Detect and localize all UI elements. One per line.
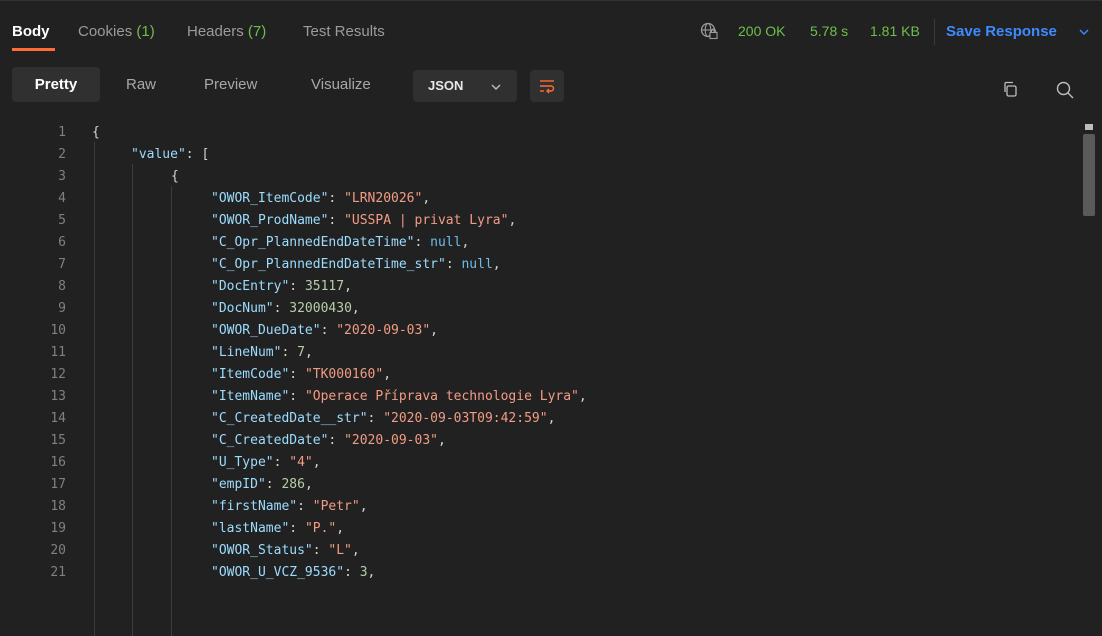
code-line: 17 "empID": 286, <box>0 474 1080 496</box>
view-mode-preview[interactable]: Preview <box>204 67 257 102</box>
code-line: 5 "OWOR_ProdName": "USSPA | privat Lyra", <box>0 210 1080 232</box>
line-number: 8 <box>58 279 66 294</box>
code-line: 15 "C_CreatedDate": "2020-09-03", <box>0 430 1080 452</box>
response-time[interactable]: 5.78 s <box>810 23 848 39</box>
code-text: { <box>171 169 179 184</box>
code-text: "C_Opr_PlannedEndDateTime": null, <box>211 235 470 250</box>
line-number: 12 <box>50 367 66 382</box>
tab-cookies[interactable]: Cookies (1) <box>78 23 155 40</box>
code-text: "ItemName": "Operace Příprava technologi… <box>211 389 587 404</box>
line-number: 4 <box>58 191 66 206</box>
tab-test-results[interactable]: Test Results <box>303 23 385 40</box>
view-mode-visualize[interactable]: Visualize <box>311 67 371 102</box>
status-divider <box>934 19 935 45</box>
line-number: 10 <box>50 323 66 338</box>
tab-headers-label: Headers <box>187 23 244 40</box>
code-text: "OWOR_ProdName": "USSPA | privat Lyra", <box>211 213 517 228</box>
body-toolbar: Pretty Raw Preview Visualize JSON <box>0 58 1102 110</box>
code-line: 3{ <box>0 166 1080 188</box>
code-line: 19 "lastName": "P.", <box>0 518 1080 540</box>
code-line: 20 "OWOR_Status": "L", <box>0 540 1080 562</box>
code-line: 1{ <box>0 122 1080 144</box>
code-text: "firstName": "Petr", <box>211 499 368 514</box>
search-icon[interactable] <box>1056 81 1074 102</box>
code-line: 13 "ItemName": "Operace Příprava technolo… <box>0 386 1080 408</box>
save-response-button[interactable]: Save Response <box>946 23 1057 40</box>
format-select-value: JSON <box>428 78 464 93</box>
tab-test-results-label: Test Results <box>303 23 385 40</box>
code-line: 4 "OWOR_ItemCode": "LRN20026", <box>0 188 1080 210</box>
code-line: 21 "OWOR_U_VCZ_9536": 3, <box>0 562 1080 584</box>
code-text: "value": [ <box>131 147 210 162</box>
code-text: "OWOR_U_VCZ_9536": 3, <box>211 565 376 580</box>
code-line: 8 "DocEntry": 35117, <box>0 276 1080 298</box>
vertical-scrollbar[interactable] <box>1081 120 1097 636</box>
code-text: "empID": 286, <box>211 477 313 492</box>
line-number: 13 <box>50 389 66 404</box>
code-line: 10 "OWOR_DueDate": "2020-09-03", <box>0 320 1080 342</box>
copy-icon[interactable] <box>1003 81 1019 100</box>
tab-body[interactable]: Body <box>12 23 50 40</box>
code-text: "DocNum": 32000430, <box>211 301 360 316</box>
code-line: 2 "value": [ <box>0 144 1080 166</box>
code-text: "C_CreatedDate": "2020-09-03", <box>211 433 446 448</box>
code-line: 11 "LineNum": 7, <box>0 342 1080 364</box>
tab-headers[interactable]: Headers (7) <box>187 23 266 40</box>
code-text: { <box>92 125 100 140</box>
line-number: 14 <box>50 411 66 426</box>
code-text: "lastName": "P.", <box>211 521 345 536</box>
code-line: 12 "ItemCode": "TK000160", <box>0 364 1080 386</box>
line-number: 11 <box>50 345 66 360</box>
code-line: 9 "DocNum": 32000430, <box>0 298 1080 320</box>
code-line: 18 "firstName": "Petr", <box>0 496 1080 518</box>
chevron-down-icon <box>491 84 501 90</box>
line-number: 3 <box>58 169 66 184</box>
tab-cookies-label: Cookies <box>78 23 133 40</box>
line-number: 6 <box>58 235 66 250</box>
code-line: 14 "C_CreatedDate__str": "2020-09-03T09:4… <box>0 408 1080 430</box>
line-number: 19 <box>50 521 66 536</box>
response-body-viewer[interactable]: 1{2 "value": [3{4 "OWOR_ItemCode": "LRN200… <box>0 120 1102 636</box>
line-number: 17 <box>50 477 66 492</box>
line-number: 7 <box>58 257 66 272</box>
code-text: "C_CreatedDate__str": "2020-09-03T09:42:… <box>211 411 556 426</box>
code-text: "OWOR_DueDate": "2020-09-03", <box>211 323 438 338</box>
code-text: "LineNum": 7, <box>211 345 313 360</box>
line-number: 20 <box>50 543 66 558</box>
code-text: "U_Type": "4", <box>211 455 321 470</box>
code-text: "DocEntry": 35117, <box>211 279 352 294</box>
response-tabs-bar: Body Cookies (1) Headers (7) Test Result… <box>0 0 1102 52</box>
globe-lock-icon[interactable] <box>700 22 718 40</box>
line-number: 5 <box>58 213 66 228</box>
line-number: 2 <box>58 147 66 162</box>
active-tab-indicator <box>12 48 55 51</box>
wrap-lines-icon <box>540 80 555 94</box>
code-text: "ItemCode": "TK000160", <box>211 367 392 382</box>
tab-cookies-count: (1) <box>136 23 155 40</box>
code-text: "OWOR_ItemCode": "LRN20026", <box>211 191 431 206</box>
code-line: 6 "C_Opr_PlannedEndDateTime": null, <box>0 232 1080 254</box>
line-number: 16 <box>50 455 66 470</box>
line-number: 9 <box>58 301 66 316</box>
view-mode-raw[interactable]: Raw <box>126 67 156 102</box>
scroll-up-arrow[interactable] <box>1085 124 1093 130</box>
line-number: 15 <box>50 433 66 448</box>
code-text: "C_Opr_PlannedEndDateTime_str": null, <box>211 257 501 272</box>
code-line: 16 "U_Type": "4", <box>0 452 1080 474</box>
tab-headers-count: (7) <box>247 23 267 40</box>
code-line: 7 "C_Opr_PlannedEndDateTime_str": null, <box>0 254 1080 276</box>
line-number: 18 <box>50 499 66 514</box>
format-select[interactable]: JSON <box>413 70 517 102</box>
wrap-lines-button[interactable] <box>530 70 564 102</box>
response-size[interactable]: 1.81 KB <box>870 23 920 39</box>
scroll-thumb[interactable] <box>1083 134 1095 216</box>
code-text: "OWOR_Status": "L", <box>211 543 360 558</box>
line-number: 21 <box>50 565 66 580</box>
status-code[interactable]: 200 OK <box>738 23 785 39</box>
line-number: 1 <box>58 125 66 140</box>
tab-body-label: Body <box>12 23 50 40</box>
chevron-down-icon[interactable] <box>1078 25 1090 37</box>
view-mode-pretty[interactable]: Pretty <box>12 67 100 102</box>
